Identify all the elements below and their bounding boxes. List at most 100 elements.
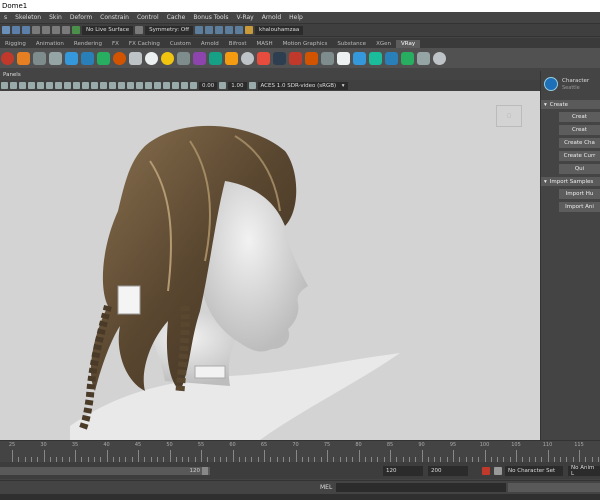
exposure-field[interactable]: 0.00 — [199, 81, 218, 90]
gate-mask-icon[interactable] — [64, 82, 71, 89]
vray-dome-light-icon[interactable] — [81, 51, 94, 65]
snap-grid-icon[interactable] — [32, 26, 40, 34]
viewport-3d[interactable]: ▢ — [0, 91, 540, 440]
ambient-occlusion-icon[interactable] — [136, 82, 143, 89]
quick-button[interactable]: Qui — [559, 164, 600, 174]
select-by-hierarchy-icon[interactable] — [2, 26, 10, 34]
mel-input[interactable] — [336, 483, 506, 492]
shelf-tab-motion-graphics[interactable]: Motion Graphics — [278, 40, 333, 48]
anti-aliasing-icon[interactable] — [154, 82, 161, 89]
shelf-tab-rigging[interactable]: Rigging — [0, 40, 31, 48]
menu-item-cache[interactable]: Cache — [163, 14, 190, 21]
anim-layer-dropdown[interactable]: No Anim L — [568, 465, 600, 477]
live-surface-dropdown[interactable]: No Live Surface — [82, 25, 134, 35]
color-management-icon[interactable] — [248, 82, 256, 89]
color-space-dropdown[interactable]: ACES 1.0 SDR-video (sRGB) ▾ — [257, 81, 348, 90]
shadows-icon[interactable] — [127, 82, 134, 89]
shelf-tab-animation[interactable]: Animation — [31, 40, 69, 48]
film-gate-icon[interactable] — [46, 82, 53, 89]
vray-material-icon[interactable] — [49, 51, 62, 65]
mel-label[interactable]: MEL — [320, 484, 332, 491]
lights-icon[interactable] — [118, 82, 125, 89]
viewcube[interactable]: ▢ — [496, 105, 522, 127]
vray-sphere-light-icon[interactable] — [113, 51, 126, 65]
vray-fur-icon[interactable] — [193, 51, 206, 65]
select-by-object-icon[interactable] — [12, 26, 20, 34]
vray-rect-light-icon[interactable] — [97, 51, 110, 65]
safe-action-icon[interactable] — [82, 82, 89, 89]
create-section-header[interactable]: ▾ Create — [541, 100, 600, 109]
range-slider-end[interactable]: 120 — [190, 467, 208, 475]
create-current-button[interactable]: Create Curr — [559, 151, 600, 161]
menu-item-skin[interactable]: Skin — [45, 14, 66, 21]
bookmark-icon[interactable] — [19, 82, 26, 89]
vray-camera-icon[interactable] — [177, 51, 190, 65]
grid-icon[interactable] — [37, 82, 44, 89]
textured-icon[interactable] — [109, 82, 116, 89]
shelf-tab-substance[interactable]: Substance — [332, 40, 371, 48]
shelf-tab-mash[interactable]: MASH — [251, 40, 277, 48]
vray-light-icon[interactable] — [65, 51, 78, 65]
time-slider[interactable]: 25 30 35 40 45 50 55 60 65 70 75 80 85 90 95 100 105 110 1… — [0, 440, 600, 462]
vray-sun-icon[interactable] — [145, 51, 158, 65]
hypershade-icon[interactable] — [235, 26, 244, 34]
xray-icon[interactable] — [172, 82, 179, 89]
smooth-shade-icon[interactable] — [100, 82, 107, 89]
vray-decal-icon[interactable] — [289, 51, 302, 65]
field-chart-icon[interactable] — [73, 82, 80, 89]
render-settings-icon[interactable] — [225, 26, 234, 34]
vray-sky-icon[interactable] — [161, 51, 174, 65]
range-slider[interactable]: 120 — [0, 467, 210, 475]
vray-cloud-icon[interactable] — [385, 51, 398, 65]
shelf-tab-xgen[interactable]: XGen — [371, 40, 396, 48]
shelf-tab-bifrost[interactable]: Bifrost — [224, 40, 252, 48]
range-handle[interactable] — [202, 467, 208, 475]
render-view-icon[interactable] — [195, 26, 204, 34]
vray-export-icon[interactable] — [401, 51, 414, 65]
vray-help-icon[interactable] — [433, 51, 446, 65]
shelf-tab-fx[interactable]: FX — [107, 40, 124, 48]
snap-curve-icon[interactable] — [42, 26, 50, 34]
vray-text-icon[interactable] — [337, 51, 350, 65]
panels-label[interactable]: Panels — [3, 72, 21, 78]
vray-checker-icon[interactable] — [353, 51, 366, 65]
vray-lens-icon[interactable] — [241, 51, 254, 65]
vray-clipper-icon[interactable] — [273, 51, 286, 65]
vray-proxy-icon[interactable] — [209, 51, 222, 65]
import-animation-button[interactable]: Import Ani — [559, 202, 600, 212]
vray-ipr-icon[interactable] — [17, 51, 30, 65]
vray-render-icon[interactable] — [1, 51, 14, 65]
shelf-tab-rendering[interactable]: Rendering — [69, 40, 107, 48]
menu-item-help[interactable]: Help — [285, 14, 307, 21]
menu-item-control[interactable]: Control — [133, 14, 163, 21]
create-button-1[interactable]: Creat — [559, 112, 600, 122]
vray-frame-buffer-icon[interactable] — [33, 51, 46, 65]
vray-volume-icon[interactable] — [257, 51, 270, 65]
auto-key-icon[interactable] — [482, 467, 490, 475]
snap-point-icon[interactable] — [52, 26, 60, 34]
render-frame-icon[interactable] — [205, 26, 214, 34]
animation-end-field[interactable]: 200 — [428, 466, 468, 476]
shelf-tab-custom[interactable]: Custom — [165, 40, 196, 48]
menu-item-vray[interactable]: V-Ray — [233, 14, 258, 21]
image-plane-icon[interactable] — [28, 82, 35, 89]
vray-settings-icon[interactable] — [417, 51, 430, 65]
shelf-tab-vray[interactable]: VRay — [395, 40, 421, 48]
isolate-select-icon[interactable] — [163, 82, 170, 89]
vray-environment-icon[interactable] — [321, 51, 334, 65]
select-by-component-icon[interactable] — [22, 26, 30, 34]
playback-end-field[interactable]: 120 — [383, 466, 423, 476]
wireframe-icon[interactable] — [91, 82, 98, 89]
anim-prefs-icon[interactable] — [494, 467, 502, 475]
menu-item-skeleton[interactable]: Skeleton — [11, 14, 45, 21]
import-human-button[interactable]: Import Hu — [559, 189, 600, 199]
import-samples-header[interactable]: ▾ Import Samples — [541, 177, 600, 186]
character-set-dropdown[interactable]: No Character Set — [505, 466, 563, 476]
select-camera-icon[interactable] — [1, 82, 8, 89]
camera-attributes-icon[interactable] — [10, 82, 17, 89]
menu-item-deform[interactable]: Deform — [66, 14, 96, 21]
motion-blur-icon[interactable] — [145, 82, 152, 89]
symmetry-dropdown[interactable]: Symmetry: Off — [145, 25, 194, 35]
gamma-field[interactable]: 1.00 — [228, 81, 247, 90]
create-button-2[interactable]: Creat — [559, 125, 600, 135]
